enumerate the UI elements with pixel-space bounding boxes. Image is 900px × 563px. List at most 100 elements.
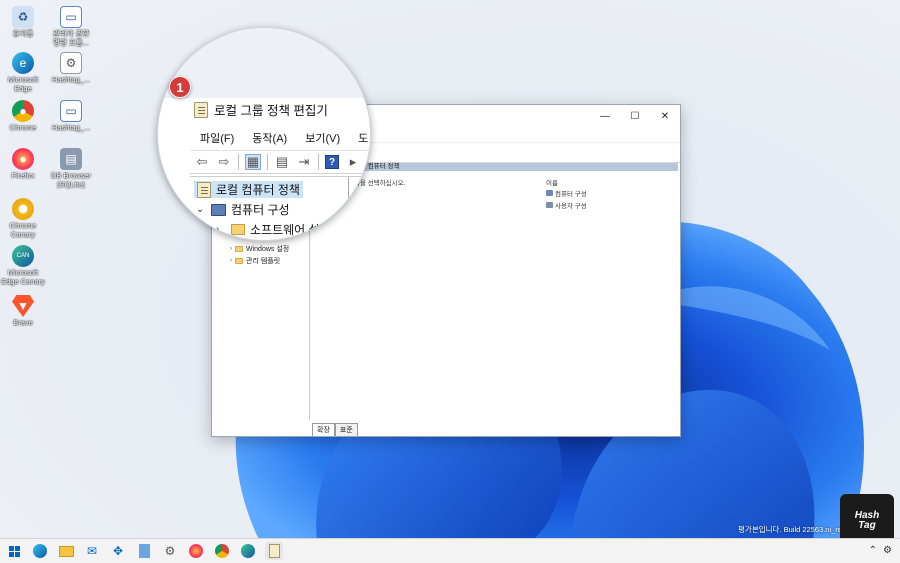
desktop-icon-brave[interactable]: ▼ Brave bbox=[0, 295, 48, 328]
desktop-icon-label: 관리자 권한 명령 프롬... bbox=[52, 29, 90, 47]
show-hide-tree-icon[interactable]: ▦ bbox=[245, 154, 261, 170]
tree-item-software-settings[interactable]: › 소프트웨어 설 bbox=[216, 221, 320, 238]
details-header: 로컬 컴퓨터 정책 bbox=[348, 163, 678, 171]
desktop-icon-label: Hashtag_... bbox=[51, 123, 91, 132]
computer-icon bbox=[546, 190, 553, 196]
menu-bar-zoomed: 파일(F) 동작(A) 보기(V) 도 bbox=[200, 130, 368, 146]
desktop: ♻ 휴지통 ▭ 관리자 권한 명령 프롬... e Microsoft Edge… bbox=[0, 0, 900, 538]
chrome-canary-icon bbox=[12, 198, 34, 220]
edge-canary-icon: CAN bbox=[12, 245, 34, 267]
toolbar-zoomed: ⇦ ⇨ ▦ ▤ ⇥ ? ▸ bbox=[190, 150, 370, 174]
menu-action[interactable]: 동작(A) bbox=[252, 130, 287, 146]
properties-icon[interactable]: ▤ bbox=[274, 154, 290, 170]
close-icon: ✕ bbox=[660, 110, 670, 122]
window-title: 로컬 그룹 정책 편집기 bbox=[194, 100, 328, 119]
taskbar-notepad[interactable] bbox=[135, 542, 153, 560]
maximize-icon: ☐ bbox=[630, 110, 640, 122]
taskbar-firefox[interactable] bbox=[187, 542, 205, 560]
computer-icon bbox=[211, 203, 226, 216]
start-button[interactable] bbox=[5, 542, 23, 560]
filter-icon[interactable]: ▸ bbox=[345, 154, 361, 170]
desktop-icon-hashtag-2[interactable]: ▭ Hashtag_... bbox=[46, 100, 96, 133]
tree-item-admin-templates[interactable]: › 관리 템플릿 bbox=[230, 255, 309, 267]
policy-editor-icon bbox=[194, 101, 208, 118]
desktop-icon-admin-cmd[interactable]: ▭ 관리자 권한 명령 프롬... bbox=[46, 6, 96, 47]
chevron-right-icon[interactable]: › bbox=[216, 224, 226, 235]
window-title-text: 로컬 그룹 정책 편집기 bbox=[214, 104, 328, 118]
toolbar-separator bbox=[267, 154, 268, 170]
tab-extended[interactable]: 확장 bbox=[312, 423, 335, 436]
tab-standard[interactable]: 표준 bbox=[334, 423, 358, 436]
column-header-name[interactable]: 이름 bbox=[546, 177, 558, 187]
policy-icon bbox=[197, 181, 211, 198]
tree-item-label: 관리 템플릿 bbox=[246, 258, 281, 265]
forward-arrow-icon[interactable]: ⇨ bbox=[216, 154, 232, 170]
taskbar: ✉ ✥ ⚙ ⌃ ⚙ bbox=[0, 538, 900, 563]
tree-item-label: Windows 설정 bbox=[246, 246, 290, 253]
desktop-icon-firefox[interactable]: ● Firefox bbox=[0, 148, 48, 181]
export-list-icon[interactable]: ⇥ bbox=[296, 154, 312, 170]
folder-icon bbox=[58, 545, 74, 557]
desktop-icon-chrome[interactable]: ● Chrome bbox=[0, 100, 48, 133]
desktop-icon-label: Firefox bbox=[11, 171, 35, 180]
desktop-icon-label: Hashtag_... bbox=[51, 75, 91, 84]
policy-editor-icon bbox=[268, 544, 280, 558]
tree-item-label: 컴퓨터 구성 bbox=[231, 203, 290, 217]
edge-canary-icon bbox=[241, 544, 255, 558]
toolbar-separator bbox=[238, 154, 239, 170]
magnifier-callout: 로컬 그룹 정책 편집기 파일(F) 동작(A) 보기(V) 도 ⇦ ⇨ ▦ ▤… bbox=[157, 27, 371, 241]
desktop-icon-db-browser[interactable]: ▤ DB Browser (SQLite) bbox=[46, 148, 96, 189]
desktop-icon-label: Brave bbox=[13, 318, 33, 327]
menu-view[interactable]: 보기(V) bbox=[305, 130, 340, 146]
hashtag-logo: Hash Tag bbox=[840, 494, 894, 538]
menu-help[interactable]: 도 bbox=[358, 130, 368, 146]
chevron-down-icon[interactable]: ⌄ bbox=[196, 204, 206, 215]
desktop-icon-recycle-bin[interactable]: ♻ 휴지통 bbox=[0, 6, 48, 39]
list-item-computer-config[interactable]: 컴퓨터 구성 bbox=[546, 188, 587, 198]
back-arrow-icon[interactable]: ⇦ bbox=[194, 154, 210, 170]
taskbar-chrome[interactable] bbox=[213, 542, 231, 560]
desktop-icon-edge-canary[interactable]: CAN Microsoft Edge Canary bbox=[0, 245, 48, 286]
tree-item-windows-settings[interactable]: › Windows 설정 bbox=[230, 243, 309, 255]
step-badge: 1 bbox=[169, 76, 191, 98]
folder-icon bbox=[235, 246, 243, 252]
list-item-user-config[interactable]: 사용자 구성 bbox=[546, 200, 587, 210]
shortcut-icon: ▭ bbox=[60, 6, 82, 28]
tree-item-computer-config[interactable]: ⌄ 컴퓨터 구성 bbox=[196, 201, 290, 218]
view-tabs: 확장 표준 bbox=[312, 420, 358, 436]
windows-logo-icon bbox=[8, 545, 20, 557]
chrome-icon: ● bbox=[12, 100, 34, 122]
menu-file[interactable]: 파일(F) bbox=[200, 130, 234, 146]
edge-icon: e bbox=[12, 52, 34, 74]
taskbar-explorer[interactable] bbox=[57, 542, 75, 560]
taskbar-snip[interactable]: ✥ bbox=[109, 542, 127, 560]
taskbar-policy-editor[interactable] bbox=[265, 542, 283, 560]
pane-divider[interactable] bbox=[348, 177, 349, 240]
settings-icon[interactable]: ⚙ bbox=[883, 545, 892, 556]
folder-icon bbox=[235, 258, 243, 264]
list-item-label: 컴퓨터 구성 bbox=[555, 191, 587, 198]
minimize-button[interactable]: — bbox=[590, 105, 620, 127]
recycle-bin-icon: ♻ bbox=[12, 6, 34, 28]
maximize-button[interactable]: ☐ bbox=[620, 105, 650, 127]
desktop-icon-chrome-canary[interactable]: Chrome Canary bbox=[0, 198, 48, 239]
desktop-icon-label: Chrome Canary bbox=[9, 221, 37, 239]
edge-icon bbox=[33, 544, 47, 558]
chrome-icon bbox=[215, 544, 229, 558]
desktop-icon-label: Microsoft Edge bbox=[7, 75, 39, 93]
gear-icon: ⚙ bbox=[164, 544, 176, 558]
taskbar-settings[interactable]: ⚙ bbox=[161, 542, 179, 560]
chevron-up-icon[interactable]: ⌃ bbox=[869, 545, 877, 556]
tree-item-label: 소프트웨어 설 bbox=[250, 223, 320, 237]
tree-item-local-computer-policy[interactable]: 로컬 컴퓨터 정책 bbox=[194, 181, 303, 198]
desktop-icon-edge[interactable]: e Microsoft Edge bbox=[0, 52, 48, 93]
notepad-icon bbox=[138, 544, 150, 558]
help-icon[interactable]: ? bbox=[325, 155, 339, 169]
taskbar-mail[interactable]: ✉ bbox=[83, 542, 101, 560]
taskbar-edge[interactable] bbox=[31, 542, 49, 560]
desktop-icon-hashtag-1[interactable]: ⚙ Hashtag_... bbox=[46, 52, 96, 85]
close-button[interactable]: ✕ bbox=[650, 105, 680, 127]
tree-zoomed: 로컬 컴퓨터 정책 ⌄ 컴퓨터 구성 › 소프트웨어 설 bbox=[190, 176, 370, 240]
taskbar-edge-canary[interactable] bbox=[239, 542, 257, 560]
logo-text: Tag bbox=[858, 520, 876, 531]
